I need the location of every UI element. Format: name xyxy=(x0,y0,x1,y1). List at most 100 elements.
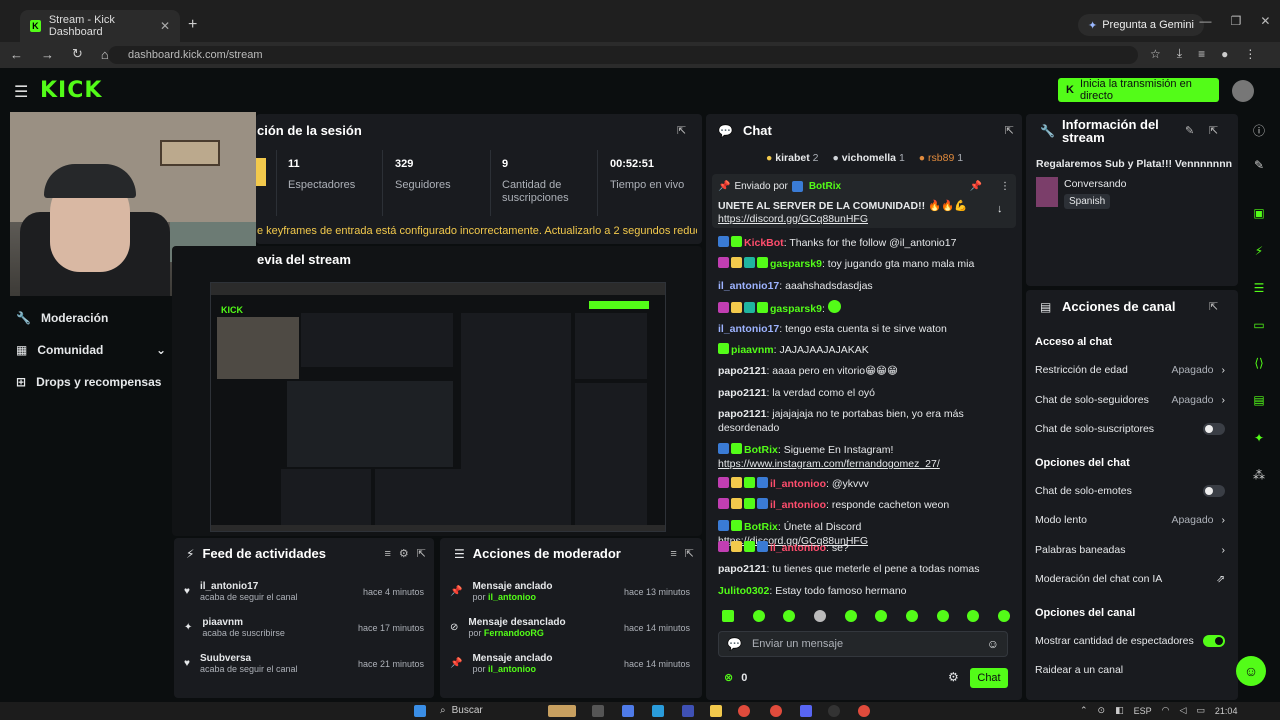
chat-user[interactable]: Julito0302 xyxy=(718,585,769,597)
emote-icon[interactable] xyxy=(783,610,796,622)
chat-icon[interactable]: ▭ xyxy=(1250,318,1268,336)
chat-user[interactable]: il_antonioo xyxy=(770,499,826,511)
gifter-1[interactable]: ● kirabet 2 xyxy=(766,152,818,164)
close-window-icon[interactable]: ✕ xyxy=(1260,14,1270,28)
toggle-switch[interactable] xyxy=(1203,423,1225,435)
user-avatar[interactable] xyxy=(1232,80,1254,102)
chat-user[interactable]: KickBot xyxy=(744,237,784,249)
video-icon[interactable]: ▣ xyxy=(1250,206,1268,224)
mod-user[interactable]: il_antonioo xyxy=(488,664,536,674)
emote-icon[interactable] xyxy=(752,610,765,622)
settings-icon[interactable]: ⚙ xyxy=(399,547,409,560)
setting-raidear[interactable]: Raidear a un canal xyxy=(1035,664,1225,676)
bookmark-star-icon[interactable]: ☆ xyxy=(1150,47,1161,61)
info-icon[interactable]: ⓘ xyxy=(1250,122,1268,140)
emote-icon[interactable] xyxy=(905,610,918,622)
gifter-3[interactable]: ● rsb89 1 xyxy=(919,152,963,164)
setting-restriccion-edad[interactable]: Restricción de edad Apagado › xyxy=(1035,364,1225,376)
pinned-link[interactable]: https://discord.gg/GCq88unHFG xyxy=(718,213,868,225)
toggle-switch[interactable] xyxy=(1203,635,1225,647)
battery-icon[interactable]: ▭ xyxy=(1196,705,1205,716)
chat-user[interactable]: papo2121 xyxy=(718,563,766,575)
tray-icon[interactable]: ⊙ xyxy=(1098,705,1106,716)
edge-icon[interactable] xyxy=(652,705,664,717)
bolt-icon[interactable]: ⚡ xyxy=(1250,244,1268,262)
chat-user[interactable]: papo2121 xyxy=(718,408,766,420)
widget-icon[interactable] xyxy=(548,705,576,717)
chat-link[interactable]: https://www.instagram.com/fernandogomez_… xyxy=(718,458,940,470)
menu-icon[interactable]: ☰ xyxy=(14,82,28,102)
chat-user[interactable]: il_antonio17 xyxy=(718,280,779,292)
emote-icon[interactable] xyxy=(997,610,1010,622)
volume-icon[interactable]: ◁ xyxy=(1179,705,1186,716)
emote-icon[interactable] xyxy=(967,610,980,622)
help-chat-icon[interactable]: ☺ xyxy=(1236,656,1266,686)
edit-icon[interactable]: ✎ xyxy=(1185,124,1194,137)
settings-icon[interactable]: ⚙ xyxy=(948,670,959,684)
setting-moderacion-ia[interactable]: Moderación del chat con IA ⇗ xyxy=(1035,573,1225,585)
list-icon[interactable]: ☰ xyxy=(1250,281,1268,299)
profile-icon[interactable]: ● xyxy=(1221,47,1228,61)
more-icon[interactable]: ⋮ xyxy=(1000,181,1010,192)
popout-icon[interactable]: ⇱ xyxy=(417,547,426,560)
edit-icon[interactable]: ✎ xyxy=(1250,158,1268,176)
chevron-down-icon[interactable]: ↓ xyxy=(997,203,1003,215)
channel-points[interactable]: ⊗ 0 xyxy=(724,671,747,685)
taskbar-search[interactable]: ⌕ Buscar xyxy=(440,705,483,716)
sidebar-item-moderacion[interactable]: 🔧 Moderación xyxy=(16,311,166,325)
send-chat-button[interactable]: Chat xyxy=(970,668,1008,688)
server-icon[interactable]: ▤ xyxy=(1250,393,1268,411)
go-live-button[interactable]: K Inicia la transmisión en directo xyxy=(1058,78,1219,102)
chrome-icon[interactable] xyxy=(770,705,782,717)
unpin-icon[interactable]: 📌 xyxy=(970,181,982,192)
sidebar-item-comunidad[interactable]: ▦ Comunidad ⌄ xyxy=(16,343,166,357)
store-icon[interactable] xyxy=(682,705,694,717)
sidebar-item-drops[interactable]: ⊞ Drops y recompensas xyxy=(16,375,166,389)
chrome-icon[interactable] xyxy=(858,705,870,717)
copilot-icon[interactable] xyxy=(622,705,634,717)
emote-icon[interactable] xyxy=(813,610,826,622)
chevron-up-icon[interactable]: ⌃ xyxy=(1080,705,1088,716)
back-icon[interactable]: ← xyxy=(10,47,23,62)
popout-icon[interactable]: ⇱ xyxy=(1005,124,1014,137)
playlist-icon[interactable]: ≡ xyxy=(1198,47,1205,61)
feed-user[interactable]: piaavnm xyxy=(202,617,285,628)
pinned-user[interactable]: BotRix xyxy=(809,181,841,192)
filter-icon[interactable]: ≡ xyxy=(670,548,676,560)
gemini-button[interactable]: ✦ Pregunta a Gemini xyxy=(1078,14,1204,36)
language-indicator[interactable]: ESP xyxy=(1134,706,1152,716)
chat-user[interactable]: il_antonioo xyxy=(770,542,826,554)
chat-user[interactable]: BotRix xyxy=(744,444,778,456)
chat-user[interactable]: gasparsk9 xyxy=(770,303,822,315)
restore-icon[interactable]: ❐ xyxy=(1231,14,1242,28)
gifter-2[interactable]: ● vichomella 1 xyxy=(832,152,904,164)
browser-tab[interactable]: K Stream - Kick Dashboard ✕ xyxy=(20,10,180,42)
community-icon[interactable]: ⁂ xyxy=(1250,468,1268,486)
minimize-icon[interactable]: — xyxy=(1200,14,1212,28)
setting-solo-seguidores[interactable]: Chat de solo-seguidores Apagado › xyxy=(1035,394,1225,406)
obs-icon[interactable] xyxy=(828,705,840,717)
download-icon[interactable]: ⤓ xyxy=(1177,46,1182,61)
category-name[interactable]: Conversando xyxy=(1064,178,1126,190)
setting-modo-lento[interactable]: Modo lento Apagado › xyxy=(1035,514,1225,526)
windows-start-icon[interactable] xyxy=(414,705,426,717)
kick-logo[interactable]: KICK xyxy=(40,78,102,103)
browser-menu-icon[interactable]: ⋮ xyxy=(1244,47,1256,61)
wifi-icon[interactable]: ◠ xyxy=(1162,705,1170,716)
popout-icon[interactable]: ⇱ xyxy=(685,547,694,560)
url-bar[interactable]: dashboard.kick.com/stream xyxy=(108,46,1138,64)
tray-icon[interactable]: ◧ xyxy=(1115,705,1124,716)
close-tab-icon[interactable]: ✕ xyxy=(160,19,170,33)
toggle-switch[interactable] xyxy=(1203,485,1225,497)
emote-icon[interactable] xyxy=(722,610,734,622)
emote-icon[interactable] xyxy=(875,610,888,622)
popout-icon[interactable]: ⇱ xyxy=(1209,300,1218,313)
discord-icon[interactable] xyxy=(800,705,812,717)
filter-icon[interactable]: ≡ xyxy=(384,548,390,560)
folder-icon[interactable] xyxy=(710,705,722,717)
code-icon[interactable]: ⟨⟩ xyxy=(1250,356,1268,374)
chat-user[interactable]: BotRix xyxy=(744,521,778,533)
emote-icon[interactable] xyxy=(936,610,949,622)
clock[interactable]: 21:04 xyxy=(1215,706,1238,716)
feed-user[interactable]: Suubversa xyxy=(200,653,298,664)
